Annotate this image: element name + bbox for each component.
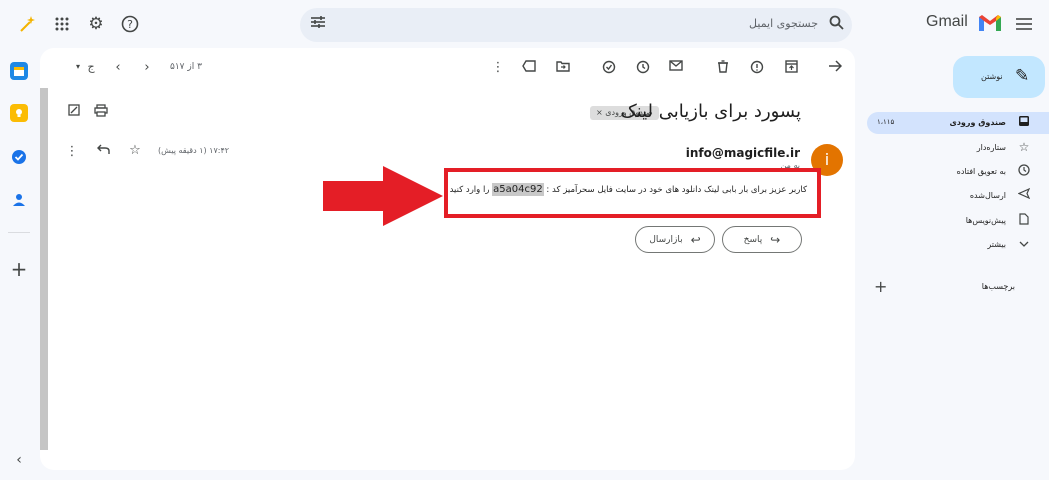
send-icon [1017, 187, 1031, 202]
help-icon[interactable]: ? [118, 12, 142, 36]
report-spam-icon[interactable] [747, 60, 767, 78]
rail-divider [8, 232, 30, 233]
add-app-icon[interactable]: + [7, 257, 31, 281]
sidebar-item-label: به تعویق افتاده [956, 167, 1006, 176]
calendar-app-icon[interactable] [10, 62, 28, 80]
body-text-before: کاربر عزیز برای بار بابی لینک دانلود های… [543, 185, 807, 195]
sidebar-item-label: پیش‌نویس‌ها [965, 216, 1006, 225]
reply-icon: ↪ [770, 232, 781, 247]
filter-tune-icon[interactable] [310, 14, 326, 34]
sidebar-item-label: ارسال‌شده [969, 191, 1006, 200]
forward-button[interactable]: ↩ بازارسال [635, 226, 715, 253]
forward-label: بازارسال [649, 234, 683, 245]
open-in-new-window-icon[interactable] [64, 104, 84, 120]
sidebar-item-snoozed[interactable]: به تعویق افتاده [867, 161, 1049, 183]
email-body: کاربر عزیز برای بار بابی لینک دانلود های… [449, 183, 807, 196]
reply-arrow-icon[interactable] [93, 144, 113, 159]
sender-email[interactable]: info@magicfile.ir [686, 146, 800, 160]
more-vert-icon[interactable]: ⋮ [488, 60, 508, 75]
move-to-folder-icon[interactable] [553, 60, 573, 76]
archive-icon[interactable] [781, 60, 801, 77]
add-to-tasks-icon[interactable] [599, 60, 619, 78]
email-subject: پسورد برای بازیابی لینک [620, 101, 801, 122]
hamburger-menu-icon[interactable] [1012, 12, 1036, 36]
keep-app-icon[interactable] [10, 104, 28, 122]
delete-trash-icon[interactable] [713, 60, 733, 77]
sidebar-item-inbox[interactable]: ۱،۱۱۵ صندوق ورودی [867, 112, 1049, 134]
email-view-card: ▾ ج ‹ › ۳ از ۵۱۷ ⋮ صندوق ورودی × پسورد ب… [40, 48, 855, 470]
draft-file-icon [1017, 213, 1031, 228]
pencil-icon: ✎ [1015, 66, 1030, 86]
star-outline-icon: ☆ [1018, 140, 1030, 154]
label-tag-icon[interactable] [519, 60, 539, 76]
sidebar-item-label: ستاره‌دار [976, 143, 1006, 152]
sidebar-item-starred[interactable]: ستاره‌دار ☆ [867, 137, 1049, 159]
collapse-panel-chevron-icon[interactable]: ‹ [7, 448, 31, 472]
chevron-down-icon [1017, 237, 1031, 251]
print-icon[interactable] [91, 104, 111, 121]
svg-text:?: ? [127, 18, 133, 31]
reply-label: پاسخ [743, 234, 763, 245]
inbox-count: ۱،۱۱۵ [877, 118, 895, 126]
newer-chevron-icon[interactable]: › [137, 60, 157, 75]
labels-heading: برچسب‌ها [981, 282, 1015, 291]
older-chevron-icon[interactable]: ‹ [108, 60, 128, 75]
reply-button[interactable]: ↪ پاسخ [722, 226, 802, 253]
inbox-tray-icon [1017, 115, 1031, 130]
scrollbar[interactable] [40, 88, 48, 450]
gmail-logo-text[interactable]: Gmail [926, 13, 968, 31]
compose-label: نوشتن [981, 72, 1003, 81]
apps-grid-icon[interactable] [50, 12, 74, 36]
sidebar-item-sent[interactable]: ارسال‌شده [867, 185, 1049, 207]
magic-wand-icon[interactable] [16, 12, 40, 36]
search-bar[interactable]: جستجوی ایمیل [300, 8, 852, 42]
mark-unread-mail-icon[interactable] [666, 60, 686, 75]
compose-button[interactable]: نوشتن ✎ [953, 56, 1045, 98]
clock-icon [1017, 164, 1031, 179]
back-arrow-icon[interactable] [825, 60, 845, 76]
search-input[interactable]: جستجوی ایمیل [749, 17, 818, 30]
email-time: ۱۷:۴۲ (۱ دقیقه پیش) [158, 146, 230, 155]
search-icon[interactable] [829, 15, 844, 34]
contacts-app-icon[interactable] [10, 191, 28, 209]
message-more-vert-icon[interactable]: ⋮ [62, 144, 82, 159]
top-bar: ⚙ ? جستجوی ایمیل Gmail [0, 0, 1049, 48]
verification-code: a5a04c92 [492, 183, 544, 196]
snooze-clock-icon[interactable] [633, 60, 653, 78]
sidebar-item-label: بیشتر [987, 240, 1006, 249]
tasks-app-icon[interactable] [10, 148, 28, 166]
pager-text: ۳ از ۵۱۷ [170, 62, 202, 72]
star-icon[interactable]: ☆ [125, 143, 145, 158]
settings-gear-icon[interactable]: ⚙ [84, 12, 108, 36]
sidebar-item-label: صندوق ورودی [949, 118, 1006, 127]
sidebar-item-drafts[interactable]: پیش‌نویس‌ها [867, 210, 1049, 232]
keyboard-language-icon[interactable]: ج [81, 60, 101, 73]
annotation-arrow [323, 166, 443, 226]
body-text-after: را وارد کنید [449, 185, 493, 195]
gmail-logo-icon[interactable] [978, 14, 1002, 32]
forward-icon: ↩ [690, 232, 701, 247]
sidebar-item-more[interactable]: بیشتر [867, 234, 1049, 256]
add-label-icon[interactable]: + [874, 277, 887, 296]
